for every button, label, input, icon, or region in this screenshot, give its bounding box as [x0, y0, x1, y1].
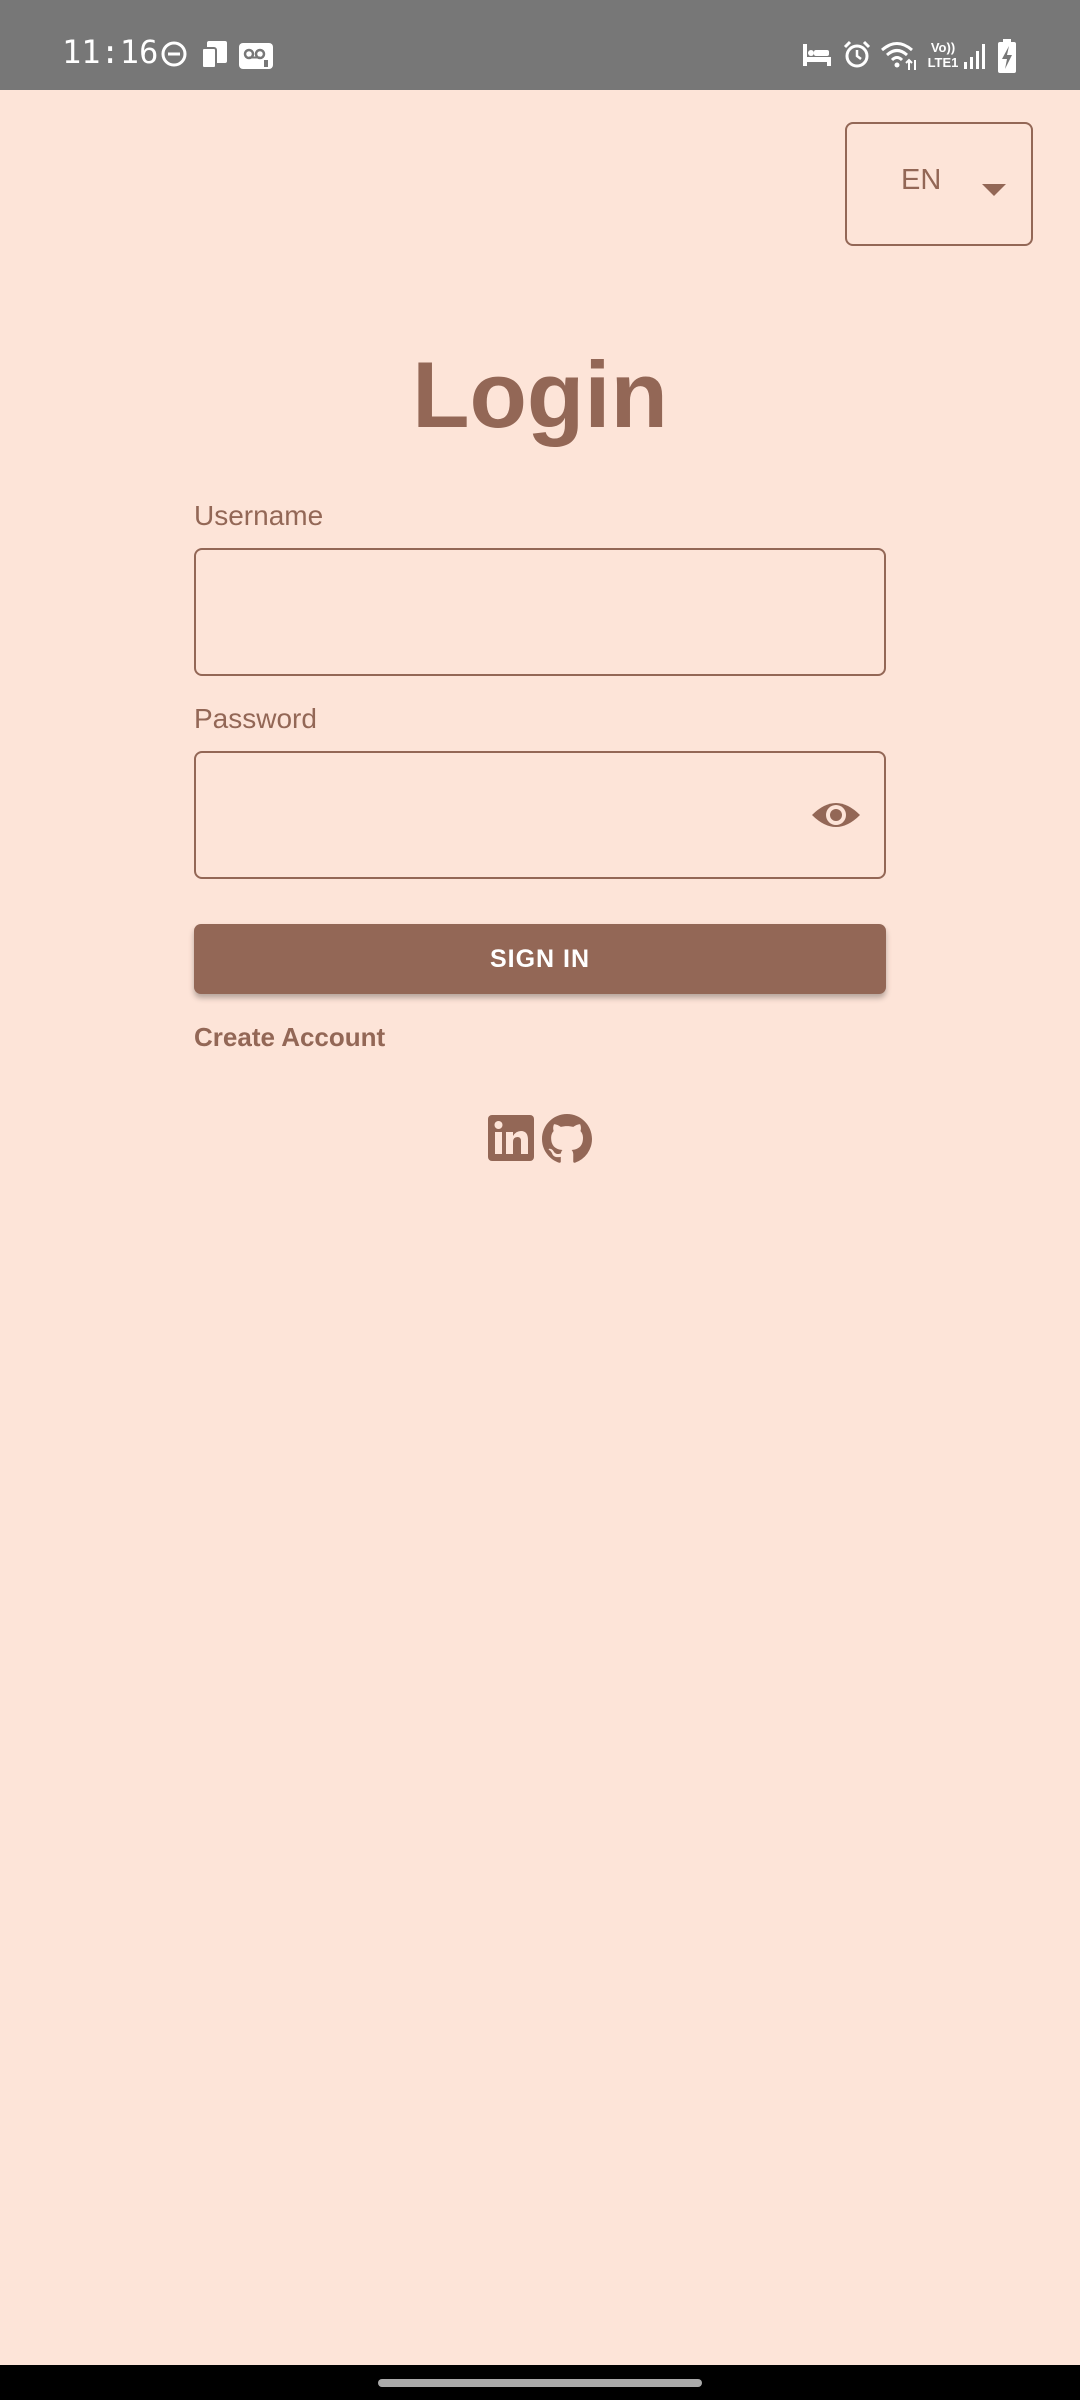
volte-label-bottom: LTE1 — [927, 55, 959, 70]
eye-icon[interactable] — [810, 797, 862, 833]
password-input[interactable] — [218, 753, 822, 879]
password-field[interactable] — [194, 751, 886, 879]
voicemail-icon — [239, 43, 273, 69]
language-selector-value: EN — [901, 164, 942, 196]
status-bar: 11:16 Vo)) LTE1 — [0, 0, 1080, 90]
alarm-icon — [843, 40, 871, 68]
username-label: Username — [194, 500, 324, 531]
battery-charging-icon — [998, 39, 1016, 73]
password-label: Password — [194, 703, 317, 734]
linkedin-icon[interactable] — [488, 1115, 534, 1161]
volte-icon: Vo)) LTE1 — [922, 40, 964, 70]
language-selector[interactable]: EN — [845, 122, 1033, 246]
username-input[interactable] — [218, 550, 822, 676]
bed-icon — [803, 44, 831, 66]
volte-label-top: Vo)) — [930, 40, 956, 55]
wifi-icon — [881, 42, 916, 70]
home-gesture-handle[interactable] — [378, 2379, 702, 2387]
navigation-bar — [0, 2365, 1080, 2400]
sign-in-button[interactable]: SIGN IN — [194, 924, 886, 994]
sim-card-icon — [201, 41, 227, 69]
username-field[interactable] — [194, 548, 886, 676]
dnd-icon — [161, 41, 187, 67]
create-account-link[interactable]: Create Account — [194, 1022, 385, 1053]
status-time: 11:16 — [62, 33, 159, 71]
signal-icon — [964, 44, 985, 69]
page-title: Login — [412, 342, 668, 447]
github-icon[interactable] — [542, 1114, 592, 1164]
chevron-down-icon — [982, 184, 1006, 196]
